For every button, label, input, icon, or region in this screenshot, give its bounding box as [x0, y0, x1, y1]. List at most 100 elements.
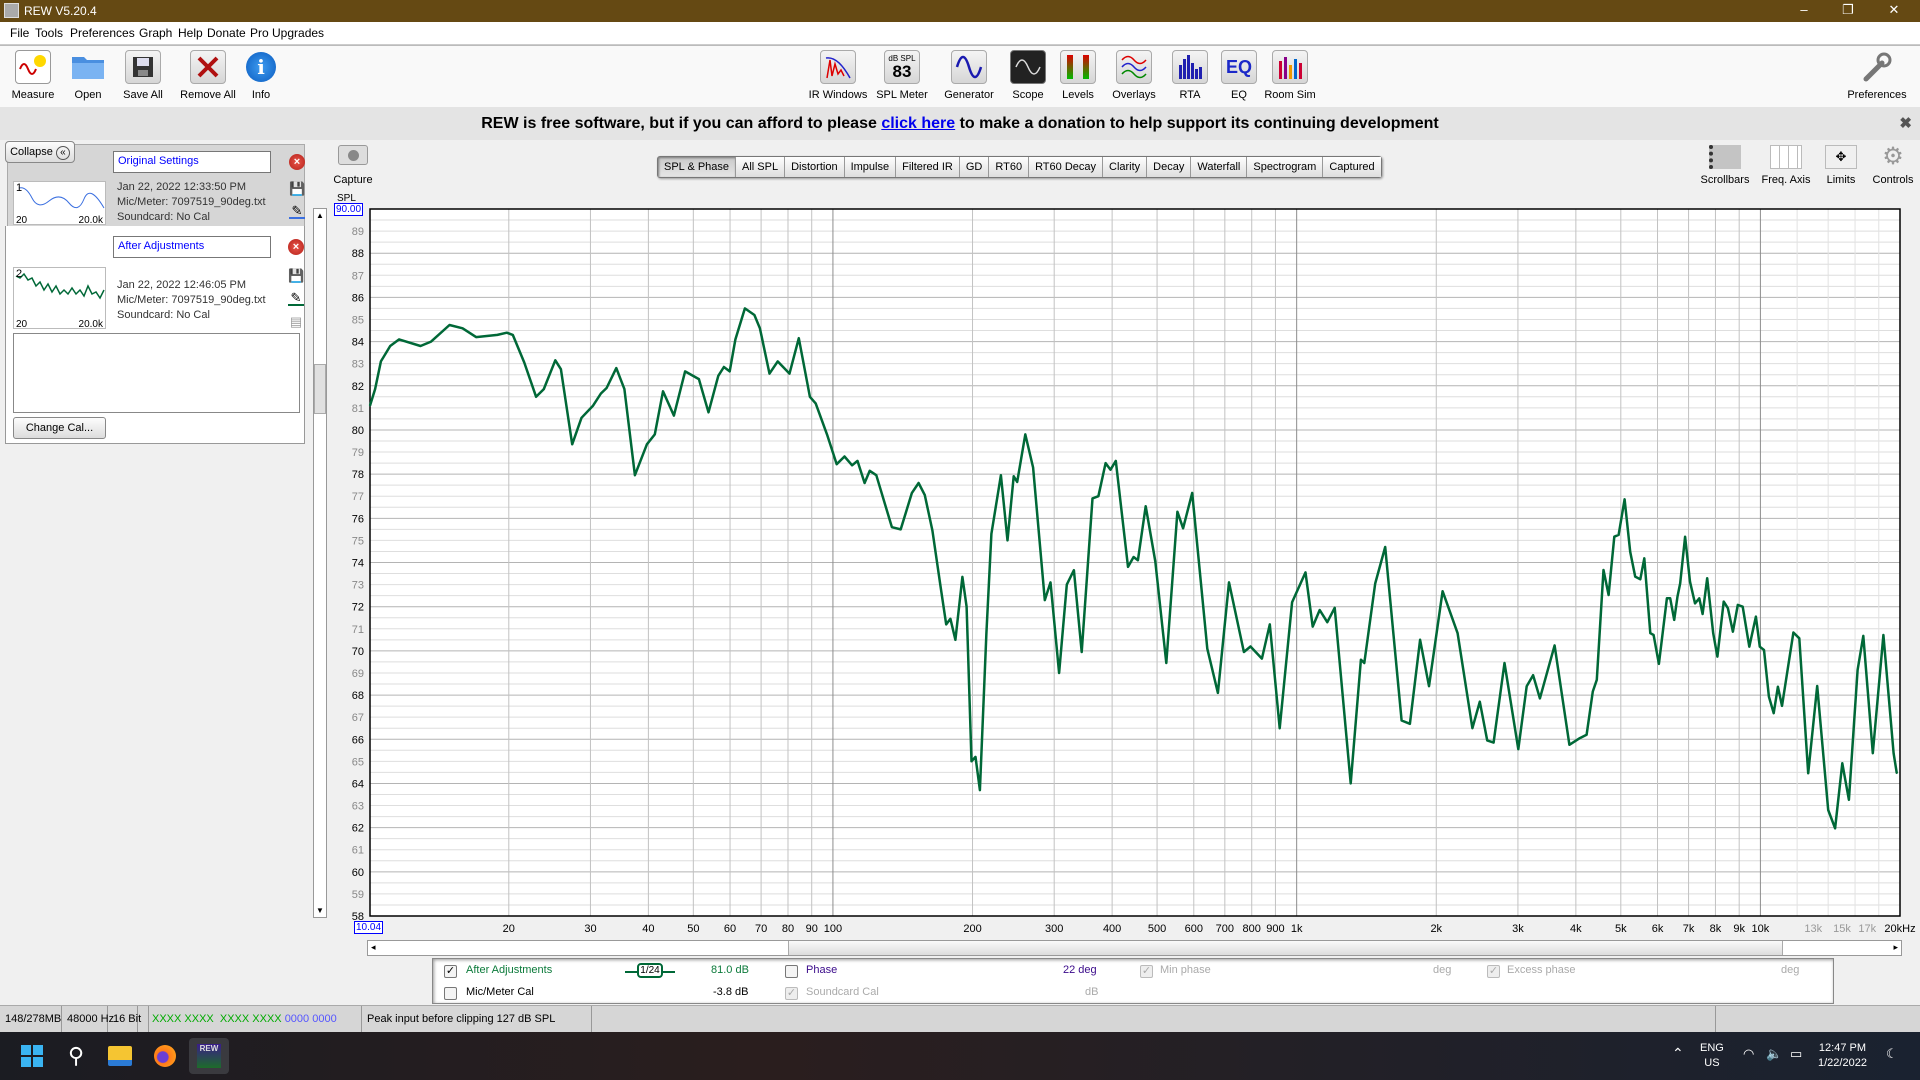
menu-file[interactable]: File: [10, 26, 29, 40]
limits-button[interactable]: ✥ Limits: [1818, 145, 1864, 186]
scroll-right-icon[interactable]: ▸: [1893, 942, 1898, 953]
wifi-icon[interactable]: ◠: [1743, 1046, 1754, 1061]
clock[interactable]: 12:47 PM 1/22/2022: [1818, 1041, 1867, 1071]
donate-link[interactable]: click here: [881, 115, 955, 132]
start-button[interactable]: [12, 1038, 52, 1074]
mic-cal-checkbox[interactable]: [444, 987, 457, 1000]
taskbar: ⚲ REW ⌃ ENG US ◠ 🔈 ▭ 12:47 PM 1/22/2022 ☾: [0, 1032, 1920, 1080]
tab-spl-phase[interactable]: SPL & Phase: [658, 157, 737, 177]
tab-clarity[interactable]: Clarity: [1103, 157, 1148, 177]
tab-waterfall[interactable]: Waterfall: [1191, 157, 1248, 177]
capture-button[interactable]: Capture: [333, 145, 373, 186]
scrollbar-thumb[interactable]: [788, 941, 1783, 955]
phase-checkbox[interactable]: [785, 965, 798, 978]
data-point: [1623, 498, 1626, 501]
scrollbars-icon: [1709, 145, 1741, 169]
data-point: [1032, 466, 1034, 469]
measurement-2[interactable]: After Adjustments × 2 20 20.0k Jan 22, 2…: [5, 226, 305, 444]
mic-cal-label: Mic/Meter Cal: [466, 986, 534, 998]
show-hidden-icons[interactable]: ⌃: [1672, 1046, 1684, 1061]
save-all-button[interactable]: Save All: [108, 50, 178, 101]
search-button[interactable]: ⚲: [56, 1038, 96, 1074]
battery-icon[interactable]: ▭: [1790, 1046, 1802, 1061]
tab-spectrogram[interactable]: Spectrogram: [1247, 157, 1324, 177]
menu-donate[interactable]: Donate: [207, 26, 246, 40]
min-phase-checkbox[interactable]: ✓: [1140, 965, 1153, 978]
file-explorer-button[interactable]: [100, 1038, 140, 1074]
measurement-name-field[interactable]: Original Settings: [113, 151, 271, 173]
spl-meter-button[interactable]: dB SPL 83 SPL Meter: [867, 50, 937, 101]
room-sim-button[interactable]: Room Sim: [1255, 50, 1325, 101]
soundcard-cal-checkbox[interactable]: ✓: [785, 987, 798, 1000]
tab-captured[interactable]: Captured: [1323, 157, 1381, 177]
data-point: [398, 338, 400, 341]
menu-help[interactable]: Help: [178, 26, 203, 40]
x-min-field[interactable]: 10.04: [354, 921, 384, 934]
tab-decay[interactable]: Decay: [1147, 157, 1192, 177]
tab-rt60[interactable]: RT60: [989, 157, 1030, 177]
data-point: [1679, 582, 1681, 585]
tab-all-spl[interactable]: All SPL: [736, 157, 786, 177]
data-point: [911, 492, 913, 494]
close-window-button[interactable]: ✕: [1872, 0, 1916, 22]
volume-icon[interactable]: 🔈: [1766, 1046, 1782, 1061]
minimize-button[interactable]: –: [1782, 0, 1826, 22]
menu-tools[interactable]: Tools: [35, 26, 63, 40]
menu-pro-upgrades[interactable]: Pro Upgrades: [250, 26, 324, 40]
restore-button[interactable]: ❐: [1826, 0, 1870, 22]
close-banner-icon[interactable]: ✖: [1899, 107, 1912, 140]
ir-windows-button[interactable]: IR Windows: [803, 50, 873, 101]
horizontal-scrollbar[interactable]: ◂ ▸: [367, 940, 1902, 956]
tab-rt60-decay[interactable]: RT60 Decay: [1029, 157, 1103, 177]
data-point: [1243, 651, 1245, 653]
vertical-scrollbar[interactable]: ▲ ▼: [313, 208, 327, 918]
excess-phase-checkbox[interactable]: ✓: [1487, 965, 1500, 978]
firefox-button[interactable]: [145, 1038, 185, 1074]
pen-color-icon[interactable]: ✎: [289, 203, 305, 219]
scrollbar-thumb[interactable]: [314, 364, 326, 414]
menu-preferences[interactable]: Preferences: [70, 26, 135, 40]
save-measurement-icon[interactable]: 💾: [289, 181, 305, 197]
remove-measurement-icon[interactable]: ×: [289, 154, 305, 170]
data-point: [707, 411, 710, 414]
notes-textarea[interactable]: [13, 333, 300, 413]
data-point: [1816, 685, 1819, 687]
scroll-down-icon[interactable]: ▼: [316, 906, 324, 915]
notifications-icon[interactable]: ☾: [1886, 1046, 1898, 1061]
data-point: [1666, 597, 1668, 600]
y-max-field[interactable]: 90.00: [334, 203, 364, 216]
measurement-thumbnail[interactable]: 1 20 20.0k: [13, 181, 106, 225]
preferences-button[interactable]: Preferences: [1842, 50, 1912, 101]
smoothing-badge[interactable]: 1/24: [637, 963, 663, 978]
notes-document-icon[interactable]: ▤: [288, 314, 304, 330]
scroll-left-icon[interactable]: ◂: [371, 942, 376, 953]
save-measurement-icon[interactable]: 💾: [288, 268, 304, 284]
tab-filtered-ir[interactable]: Filtered IR: [896, 157, 960, 177]
tab-gd[interactable]: GD: [959, 157, 990, 177]
measurement-name-field[interactable]: After Adjustments: [113, 236, 271, 258]
measurement-thumbnail[interactable]: 2 20 20.0k: [13, 267, 106, 329]
input-language[interactable]: ENG US: [1700, 1041, 1724, 1071]
remove-measurement-icon[interactable]: ×: [288, 239, 304, 255]
info-button[interactable]: i Info: [226, 50, 296, 101]
freq-axis-button[interactable]: Freq. Axis: [1758, 145, 1814, 186]
data-point: [1539, 697, 1541, 700]
camera-icon: [338, 145, 368, 165]
trace-checkbox[interactable]: ✓: [444, 965, 457, 978]
data-point: [543, 388, 545, 390]
tab-distortion[interactable]: Distortion: [785, 157, 845, 177]
data-point: [1000, 474, 1002, 477]
controls-button[interactable]: ⚙ Controls: [1868, 145, 1918, 187]
scrollbars-button[interactable]: Scrollbars: [1697, 145, 1753, 186]
collapse-button[interactable]: Collapse «: [5, 141, 75, 163]
tab-impulse[interactable]: Impulse: [844, 157, 897, 177]
rew-taskbar-button[interactable]: REW: [189, 1038, 229, 1074]
spl-chart[interactable]: 5859606162636465666768697071727374757677…: [330, 190, 1920, 950]
scroll-up-icon[interactable]: ▲: [316, 211, 324, 220]
data-point: [1419, 639, 1421, 641]
y-tick-label: 73: [352, 580, 364, 592]
pen-color-icon[interactable]: ✎: [288, 290, 304, 306]
change-cal-button[interactable]: Change Cal...: [13, 417, 106, 439]
menu-graph[interactable]: Graph: [139, 26, 172, 40]
x-tick-label: 20kHz: [1884, 923, 1915, 935]
